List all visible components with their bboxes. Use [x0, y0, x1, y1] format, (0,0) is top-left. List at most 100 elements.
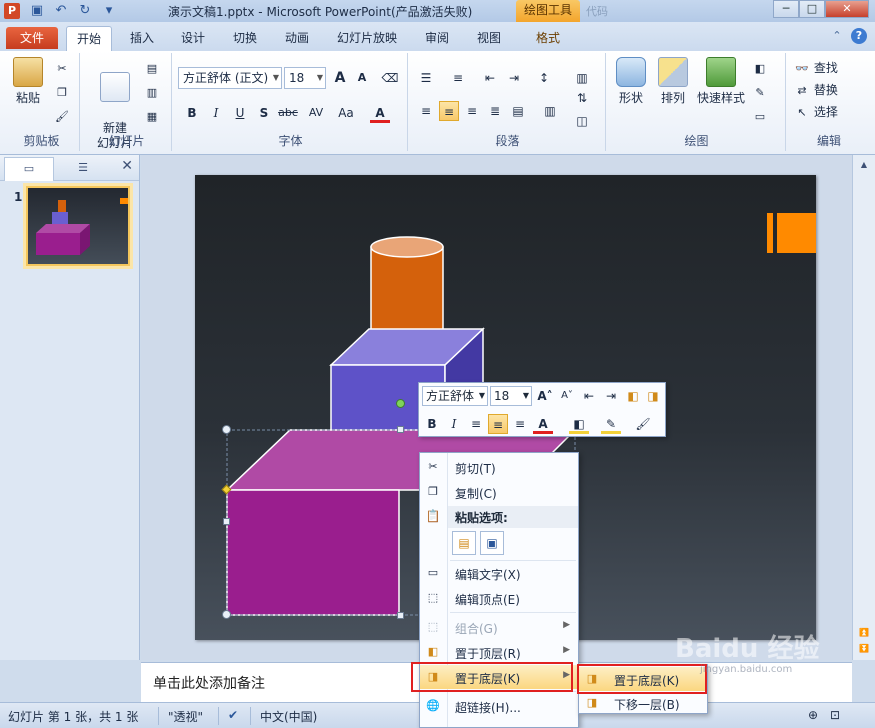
underline-button[interactable]: U [230, 103, 250, 123]
redo-icon[interactable]: ↻ [76, 2, 94, 20]
tab-slideshow[interactable]: 幻灯片放映 [337, 29, 397, 46]
tab-transitions[interactable]: 切换 [233, 29, 257, 46]
menu-item-bring-to-front[interactable]: ◧ 置于顶层(R) ▶ [420, 640, 578, 664]
align-center-button[interactable]: ≡ [439, 101, 459, 121]
char-spacing-button[interactable]: AV [304, 103, 328, 123]
font-size-combo[interactable]: 18 ▼ [284, 67, 326, 89]
copy-button[interactable]: ❐ [54, 85, 70, 101]
tab-animations[interactable]: 动画 [285, 29, 309, 46]
tab-insert[interactable]: 插入 [130, 29, 154, 46]
menu-item-cut[interactable]: ✂ 剪切(T) [420, 455, 578, 479]
mini-shape-fill-button[interactable]: ◧ [569, 414, 589, 434]
replace-button[interactable]: ⇄ 替换 [794, 81, 837, 99]
paste-button[interactable]: 粘贴 [8, 57, 48, 106]
tab-format[interactable]: 格式 [536, 29, 560, 46]
slide-thumbnail[interactable] [26, 186, 130, 266]
smartart-button[interactable]: ◫ [572, 111, 592, 131]
text-direction-button[interactable]: ⇅ [572, 88, 592, 108]
spellcheck-icon[interactable]: ✔ [228, 708, 238, 722]
paste-option-keep-formatting[interactable]: ▤ [452, 531, 476, 555]
layout-button[interactable]: ▤ [144, 61, 160, 77]
font-color-button[interactable]: A [370, 103, 390, 123]
menu-item-send-to-back[interactable]: ◨ 置于底层(K) ▶ [420, 665, 578, 689]
mini-align-right-button[interactable]: ≡ [510, 414, 530, 434]
increase-indent-button[interactable]: ⇥ [504, 68, 524, 88]
mini-send-backward-button[interactable]: ◨ [643, 386, 663, 406]
shadow-button[interactable]: S [254, 103, 274, 123]
minimize-button[interactable]: ─ [773, 0, 799, 18]
columns-button[interactable]: ▥ [572, 68, 592, 88]
previous-slide-icon[interactable]: ⏫ [855, 625, 873, 641]
tab-home[interactable]: 开始 [66, 26, 113, 52]
maximize-button[interactable]: □ [799, 0, 825, 18]
resize-handle-bottom-left[interactable] [222, 610, 231, 619]
decrease-indent-button[interactable]: ⇤ [480, 68, 500, 88]
reset-button[interactable]: ▥ [144, 85, 160, 101]
collapse-ribbon-icon[interactable]: ⌃ [829, 28, 845, 44]
mini-shrink-font-button[interactable]: A˅ [557, 386, 577, 406]
submenu-item-send-to-back[interactable]: ◨ 置于底层(K) [579, 667, 707, 691]
cut-button[interactable]: ✂ [54, 61, 70, 77]
clear-format-button[interactable]: ⌫ [380, 68, 400, 88]
quick-styles-button[interactable]: 快速样式 [696, 57, 746, 106]
close-icon[interactable]: ✕ [121, 158, 133, 174]
mini-font-size-combo[interactable]: 18 ▼ [490, 386, 532, 406]
tab-outline[interactable]: ☰ [58, 157, 108, 179]
mini-shape-outline-button[interactable]: ✎ [601, 414, 621, 434]
help-icon[interactable]: ? [851, 28, 867, 44]
arrange-button[interactable]: 排列 [654, 57, 692, 106]
mini-bold-button[interactable]: B [422, 414, 442, 434]
notes-placeholder[interactable]: 单击此处添加备注 [153, 673, 265, 693]
vertical-scrollbar[interactable]: ▲ ⏫ ⏬ [852, 155, 875, 660]
shape-outline-button[interactable]: ✎ [752, 85, 768, 101]
change-case-button[interactable]: Aa [334, 103, 358, 123]
submenu-item-send-backward[interactable]: ◨ 下移一层(B) [579, 691, 707, 715]
tab-slides-thumbnails[interactable]: ▭ [4, 157, 54, 181]
tab-view[interactable]: 视图 [477, 29, 501, 46]
shape-fill-button[interactable]: ◧ [752, 61, 768, 77]
mini-format-painter-button[interactable]: 🖌 [633, 414, 653, 434]
bullets-button[interactable]: ☰ [416, 68, 436, 88]
mini-align-center-button[interactable]: ≡ [488, 414, 508, 434]
shapes-button[interactable]: 形状 [612, 57, 650, 106]
menu-item-edit-text[interactable]: ▭ 编辑文字(X) [420, 561, 578, 585]
line-spacing-button[interactable]: ↕ [534, 68, 554, 88]
menu-item-copy[interactable]: ❐ 复制(C) [420, 480, 578, 504]
align-left-button[interactable]: ≡ [416, 101, 436, 121]
customize-qat-icon[interactable]: ▾ [100, 2, 118, 20]
font-name-combo[interactable]: 方正舒体 (正文) ▼ [178, 67, 282, 89]
resize-handle-left[interactable] [223, 518, 230, 525]
distributed-button[interactable]: ▤ [508, 101, 528, 121]
mini-font-name-combo[interactable]: 方正舒体 ▼ [422, 386, 488, 406]
mini-decrease-indent-button[interactable]: ⇤ [579, 386, 599, 406]
powerpoint-app-icon[interactable]: P [4, 3, 20, 19]
scroll-up-icon[interactable]: ▲ [855, 157, 873, 173]
save-icon[interactable]: ▣ [28, 2, 46, 20]
resize-handle-top[interactable] [397, 426, 404, 433]
mini-italic-button[interactable]: I [444, 414, 464, 434]
fit-slide-icon[interactable]: ⊡ [830, 708, 840, 722]
undo-icon[interactable]: ↶ [52, 2, 70, 20]
grow-font-button[interactable]: A [330, 68, 350, 88]
strikethrough-button[interactable]: abc [276, 103, 300, 123]
tab-design[interactable]: 设计 [181, 29, 205, 46]
zoom-in-icon[interactable]: ⊕ [808, 708, 818, 722]
mini-align-left-button[interactable]: ≡ [466, 414, 486, 434]
mini-grow-font-button[interactable]: A˄ [535, 386, 555, 406]
mini-font-color-button[interactable]: A [533, 414, 553, 434]
paste-option-picture[interactable]: ▣ [480, 531, 504, 555]
next-slide-icon[interactable]: ⏬ [855, 641, 873, 657]
find-button[interactable]: 👓 查找 [794, 59, 838, 77]
shrink-font-button[interactable]: A [352, 68, 372, 88]
justify-button[interactable]: ≣ [485, 101, 505, 121]
menu-item-edit-points[interactable]: ⬚ 编辑顶点(E) [420, 586, 578, 610]
bold-button[interactable]: B [182, 103, 202, 123]
section-button[interactable]: ▦ [144, 109, 160, 125]
align-right-button[interactable]: ≡ [462, 101, 482, 121]
language-status[interactable]: 中文(中国) [260, 708, 317, 725]
numbering-button[interactable]: ≡ [448, 68, 468, 88]
close-button[interactable]: ✕ [825, 0, 869, 18]
shape-effects-button[interactable]: ▭ [752, 109, 768, 125]
tab-review[interactable]: 审阅 [425, 29, 449, 46]
mini-bring-forward-button[interactable]: ◧ [623, 386, 643, 406]
